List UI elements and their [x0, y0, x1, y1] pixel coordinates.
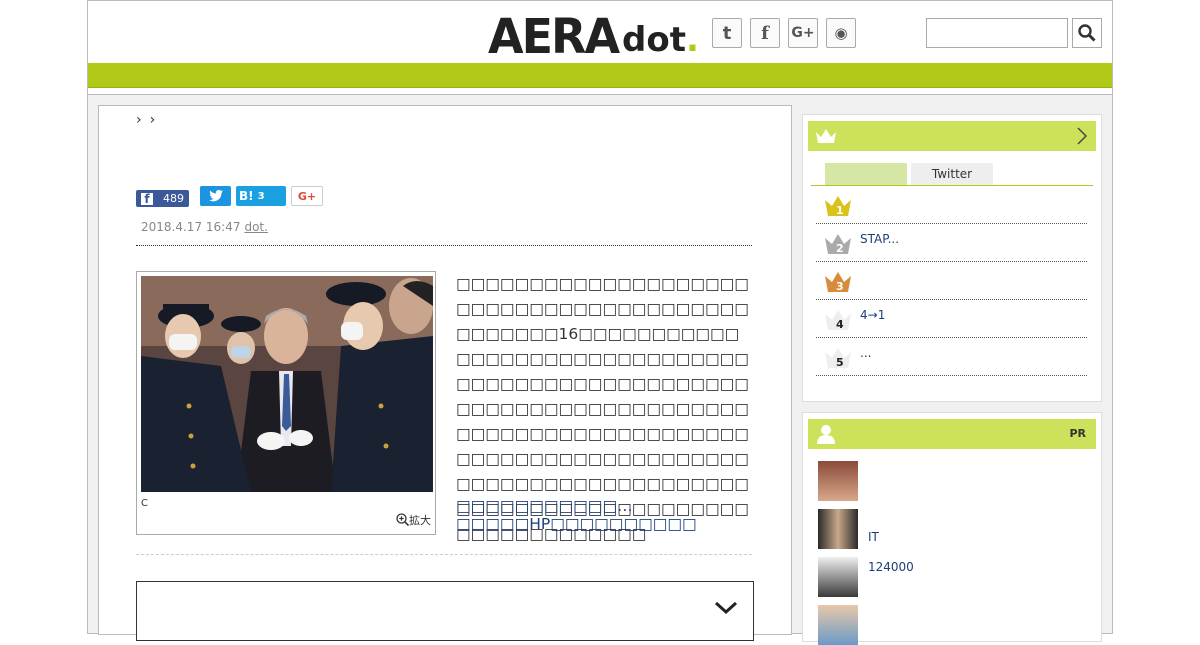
rank-number: 3: [836, 280, 844, 293]
rank-number: 4: [836, 318, 844, 331]
photo-illustration: [141, 276, 433, 492]
article-date: 2018.4.17 16:47: [141, 220, 241, 234]
breadcrumb-sep: ›: [136, 112, 150, 128]
logo-dot: dot.: [622, 23, 699, 57]
facebook-share-count: 489: [163, 192, 184, 205]
global-nav-bar: [88, 63, 1112, 88]
twitter-icon[interactable]: t: [712, 18, 742, 48]
pr-header: PR: [808, 419, 1096, 449]
hatena-icon: B!: [239, 189, 254, 203]
article-photo-box: C 拡大: [136, 271, 436, 535]
article-date-line: 2018.4.17 16:47 dot.: [141, 220, 268, 234]
twitter-bird-icon: [208, 190, 223, 202]
ranking-item[interactable]: 4 4→1: [816, 300, 1087, 338]
ranking-item[interactable]: 5 ...: [816, 338, 1087, 376]
zoom-label: 拡大: [409, 514, 431, 527]
site-logo[interactable]: AERA dot.: [488, 7, 699, 65]
hatena-count: 3: [257, 190, 265, 202]
pr-thumbnail[interactable]: [818, 605, 858, 645]
pr-thumbnail[interactable]: [818, 557, 858, 597]
logo-aera: AERA: [488, 7, 620, 65]
pr-item-text[interactable]: IT: [868, 530, 879, 544]
facebook-icon[interactable]: f: [750, 18, 780, 48]
rank-text: STAP...: [860, 232, 900, 246]
chevron-down-icon: [714, 601, 738, 615]
ranking-item[interactable]: 2 STAP...: [816, 224, 1087, 262]
search-button[interactable]: [1072, 18, 1102, 48]
logo-dot-text: dot: [622, 20, 686, 60]
person-icon: [817, 425, 835, 444]
related-article-link[interactable]: □□□□□□□□□□□…□□□□□HP□□□□□□□□□□: [456, 497, 756, 533]
rank-text: ...: [860, 346, 872, 360]
divider: [136, 245, 752, 246]
article-source-link[interactable]: dot.: [244, 220, 267, 234]
breadcrumb: ››: [136, 112, 163, 128]
article-expand-panel[interactable]: [136, 581, 754, 641]
logo-period: .: [686, 20, 699, 60]
facebook-share-button[interactable]: f 489: [136, 190, 189, 207]
pr-label: PR: [1069, 427, 1086, 440]
rank-text: 4→1: [860, 308, 886, 322]
pr-thumbnail[interactable]: [818, 461, 858, 501]
crown-icon: [816, 129, 836, 143]
site-header: AERA dot. t f G+ ◉: [88, 0, 1112, 63]
facebook-icon: f: [141, 192, 153, 205]
tab-ranking-twitter[interactable]: Twitter: [911, 163, 993, 185]
twitter-share-button[interactable]: [200, 186, 231, 206]
pr-item-text[interactable]: 124000: [868, 560, 914, 574]
rank-number: 5: [836, 356, 844, 369]
divider-dashed: [136, 554, 752, 555]
ranking-item[interactable]: 1: [816, 186, 1087, 224]
zoom-button[interactable]: 拡大: [396, 512, 431, 528]
zoom-in-icon: [396, 513, 410, 527]
ranking-header[interactable]: [808, 121, 1096, 151]
pr-thumbnail[interactable]: [818, 509, 858, 549]
googleplus-share-button[interactable]: G+: [291, 186, 323, 206]
article-photo[interactable]: [141, 276, 433, 492]
breadcrumb-sep: ›: [149, 112, 164, 128]
rank-number: 2: [836, 242, 844, 255]
tab-ranking-all[interactable]: [825, 163, 907, 185]
search-input[interactable]: [926, 18, 1068, 48]
hatena-bookmark-button[interactable]: B! 3: [236, 186, 286, 206]
rss-icon[interactable]: ◉: [826, 18, 856, 48]
ranking-item[interactable]: 3: [816, 262, 1087, 300]
photo-caption: C: [141, 498, 148, 509]
search-icon: [1078, 24, 1096, 42]
rank-number: 1: [836, 204, 844, 217]
chevron-right-icon: [1077, 127, 1087, 145]
googleplus-icon[interactable]: G+: [788, 18, 818, 48]
